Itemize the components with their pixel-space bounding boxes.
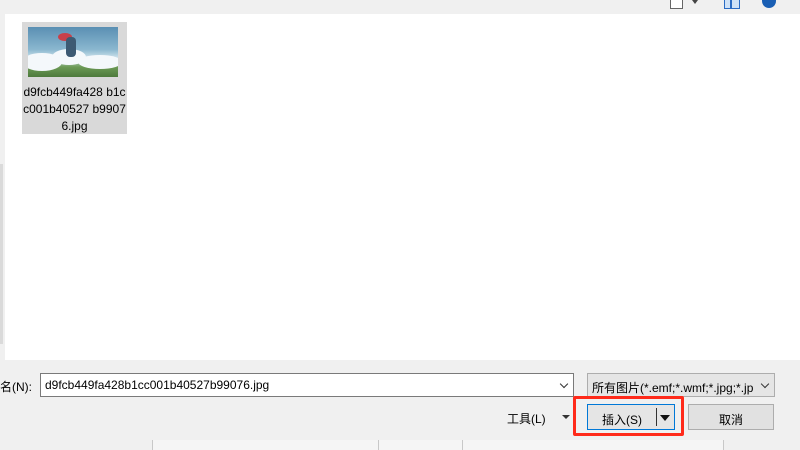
dropdown-arrow-icon xyxy=(562,415,570,419)
dialog-toolbar xyxy=(0,0,800,14)
filename-history-dropdown[interactable] xyxy=(555,374,573,396)
preview-pane-icon[interactable] xyxy=(724,0,740,9)
cancel-label: 取消 xyxy=(718,413,743,427)
background-window-edge xyxy=(152,440,800,450)
dropdown-arrow-icon[interactable] xyxy=(692,0,698,4)
tools-label: 工具(L) xyxy=(507,412,546,426)
help-icon[interactable] xyxy=(762,0,776,8)
tools-menu-button[interactable]: 工具(L) xyxy=(500,404,572,430)
view-menu-icon[interactable] xyxy=(670,0,683,9)
filetype-select[interactable]: 所有图片(*.emf;*.wmf;*.jpg;*.jp xyxy=(587,373,775,397)
filetype-value: 所有图片(*.emf;*.wmf;*.jpg;*.jp xyxy=(592,381,754,395)
file-list-view[interactable]: d9fcb449fa428 b1cc001b40527 b99076.jpg xyxy=(5,14,800,360)
file-item-name: d9fcb449fa428 b1cc001b40527 b99076.jpg xyxy=(23,85,126,133)
filename-label: 名(N): xyxy=(0,380,32,394)
insert-highlight-annotation xyxy=(573,396,684,436)
filetype-dropdown-button[interactable] xyxy=(756,374,774,396)
chevron-down-icon xyxy=(559,379,569,388)
chevron-down-icon xyxy=(760,379,770,388)
filename-input[interactable] xyxy=(44,374,555,396)
cancel-button[interactable]: 取消 xyxy=(688,404,774,430)
image-thumbnail xyxy=(28,27,118,77)
filename-combobox[interactable] xyxy=(40,373,574,397)
file-item[interactable]: d9fcb449fa428 b1cc001b40527 b99076.jpg xyxy=(22,22,127,134)
